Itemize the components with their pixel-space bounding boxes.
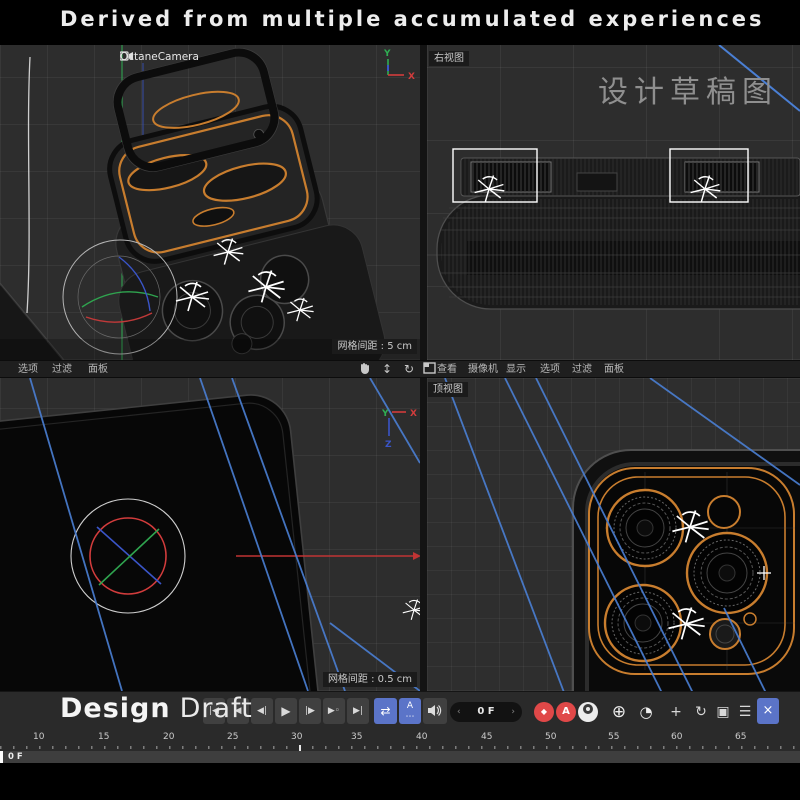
axis-x-label: X [410,409,417,419]
loop-mode-button[interactable]: ⇄ [374,698,397,724]
parameter-record-button[interactable]: ☰ [734,700,756,724]
menu-panel-right[interactable]: 面板 [604,363,624,376]
goto-end-button[interactable]: ▶| [347,698,369,724]
grid-spacing-badge: 网格间距 : 5 cm [332,339,417,354]
key-selection-dots: ⋯ [406,712,415,722]
ruler-label: 10 [33,732,44,742]
animation-toolbar: |◀ ◀ ◀| ▶ |▶ ▶◦ ▶| ⇄ A ⋯ ‹ 0 F › ◆ A ⊕ ◔… [0,691,800,731]
perspective-scene: Y X [0,45,420,360]
frame-decrement-arrow[interactable]: ‹ [457,702,461,722]
play-button[interactable]: ▶ [275,698,297,724]
rotate-view-icon[interactable]: ↻ [400,362,418,377]
motion-clip-button[interactable]: ◔ [635,700,657,724]
title-bar: Derived from multiple accumulated experi… [0,0,800,45]
ruler-label: 25 [227,732,238,742]
key-selection-button[interactable]: A ⋯ [399,698,421,724]
dolly-updown-icon[interactable]: ↕ [378,362,396,377]
menu-filter-left[interactable]: 过滤 [52,363,72,376]
gear-icon [583,704,593,714]
menu-filter-right[interactable]: 过滤 [572,363,592,376]
next-frame-button[interactable]: |▶ [299,698,321,724]
keying-settings-button[interactable] [578,702,598,722]
add-keyframe-button[interactable]: ⊕ [608,700,630,724]
record-keyframe-button[interactable]: ◆ [534,702,554,722]
ruler-label: 15 [98,732,109,742]
autokey-button[interactable]: A [556,702,576,722]
ruler-label: 20 [163,732,174,742]
viewport-divider [420,45,427,360]
bottom-spacer [0,763,800,800]
menu-view[interactable]: 查看 [437,363,457,376]
axis-z-label: Z [385,440,392,450]
point-level-animation-button[interactable]: × [757,698,779,724]
maximize-view-icon[interactable] [420,362,438,377]
menu-display[interactable]: 显示 [506,363,526,376]
menu-panel-left[interactable]: 面板 [88,363,108,376]
ruler-label: 40 [416,732,427,742]
viewport-label: 顶视图 [428,382,468,397]
page-title: Derived from multiple accumulated experi… [60,7,765,31]
menu-camera[interactable]: 摄像机 [468,363,498,376]
playhead-marker[interactable] [0,751,3,763]
goto-start-button[interactable]: |◀ [203,698,225,724]
frame-value: 0 F [477,706,494,717]
timeline-ruler[interactable]: 10 15 20 25 30 35 40 45 50 55 60 65 [0,731,800,745]
viewport-menubar: 选项 过滤 面板 ↕ ↻ 查看 摄像机 显示 选项 过滤 面板 [0,360,800,378]
ruler-label: 55 [608,732,619,742]
prev-frame-button[interactable]: ◀| [251,698,273,724]
frame-increment-arrow[interactable]: › [511,702,515,722]
ruler-label: 60 [671,732,682,742]
camera-icon [120,51,133,61]
key-selection-letter: A [407,701,413,711]
viewport-bottom-left[interactable]: Y X Z 网格间距 : 0.5 cm [0,378,420,691]
ruler-label: 30 [291,732,302,742]
sketch-watermark: 设计草稿图 [598,67,778,111]
position-record-button[interactable]: + [665,700,687,724]
speaker-icon [428,704,442,717]
current-frame-field[interactable]: ‹ 0 F › [450,702,522,722]
grid-spacing-badge: 网格间距 : 0.5 cm [323,672,417,687]
viewport-label: 右视图 [429,51,469,66]
viewport-divider [420,378,427,691]
ruler-label: 45 [481,732,492,742]
axis-y-label: Y [381,409,389,419]
timeline-scrubber[interactable]: 0 F [0,751,800,763]
ruler-label: 50 [545,732,556,742]
prev-key-button[interactable]: ◀ [227,698,249,724]
app-window: Derived from multiple accumulated experi… [0,0,800,800]
bottom-left-scene: Y X Z [0,378,420,691]
rotation-record-button[interactable]: ↻ [690,700,712,724]
viewport-perspective[interactable]: Y X OctaneCamera 网格间距 : 5 cm [0,45,420,360]
pan-hand-icon[interactable] [356,362,374,377]
top-view-scene [427,378,800,691]
playhead-frame-label: 0 F [8,752,23,762]
viewport-top-view[interactable]: 顶视图 [427,378,800,691]
viewport-right-view[interactable]: 右视图 设计草稿图 [427,45,800,360]
camera-label[interactable]: OctaneCamera [120,51,199,63]
ruler-label: 35 [351,732,362,742]
next-key-button[interactable]: ▶◦ [323,698,345,724]
menu-options-right[interactable]: 选项 [540,363,560,376]
ruler-label: 65 [735,732,746,742]
axis-x-label: X [408,72,415,82]
sound-button[interactable] [423,698,447,724]
axis-y-label: Y [383,49,391,59]
menu-options-left[interactable]: 选项 [18,363,38,376]
scale-record-button[interactable]: ▣ [712,700,734,724]
